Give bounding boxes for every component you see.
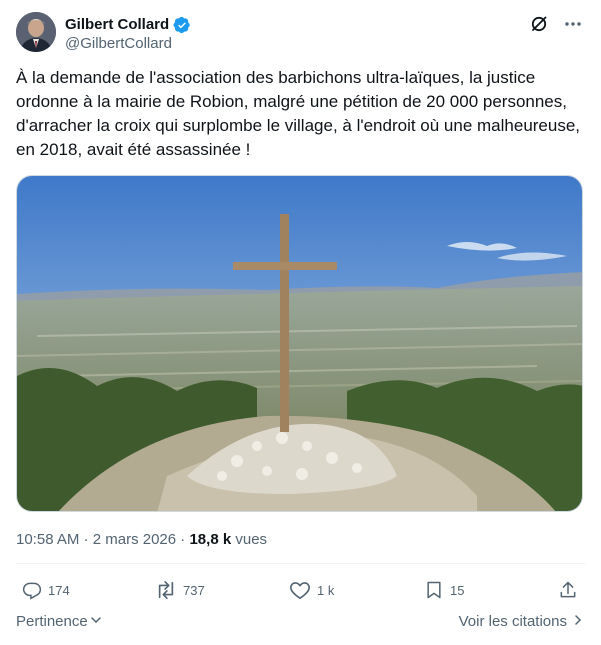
grok-icon[interactable] — [529, 14, 549, 34]
tweet-meta: 10:58 AM · 2 mars 2026 · 18,8 k vues — [16, 530, 267, 550]
tweet-header: Gilbert Collard @GilbertCollard — [16, 12, 585, 56]
like-count: 1 k — [317, 582, 335, 598]
sort-dropdown[interactable]: Pertinence — [16, 613, 102, 630]
reply-button[interactable]: 174 — [22, 580, 70, 600]
bookmark-count: 15 — [450, 582, 465, 598]
heart-icon — [289, 580, 311, 600]
chevron-down-icon — [90, 613, 102, 630]
share-icon — [558, 580, 578, 600]
reply-count: 174 — [48, 582, 70, 598]
views-count: 18,8 k — [189, 531, 232, 548]
repost-icon — [155, 580, 177, 600]
more-options-icon[interactable] — [563, 14, 583, 34]
view-quotes-link[interactable]: Voir les citations — [459, 613, 583, 630]
tweet-time[interactable]: 10:58 AM — [16, 531, 79, 548]
bookmark-button[interactable]: 15 — [424, 580, 464, 600]
divider — [16, 563, 585, 564]
replies-toolbar: Pertinence Voir les citations — [16, 612, 585, 634]
author-handle[interactable]: @GilbertCollard — [65, 35, 172, 53]
chevron-right-icon — [573, 613, 583, 630]
bookmark-icon — [424, 580, 444, 600]
reply-icon — [22, 580, 42, 600]
repost-count: 737 — [183, 582, 205, 598]
verified-badge-icon[interactable] — [173, 16, 191, 34]
tweet-actions: 174 737 1 k 15 — [16, 578, 585, 606]
tweet-date[interactable]: 2 mars 2026 — [93, 531, 176, 548]
repost-button[interactable]: 737 — [155, 580, 205, 600]
meta-separator: · — [79, 531, 93, 548]
tweet-text: À la demande de l'association des barbic… — [16, 68, 581, 159]
author-display-name[interactable]: Gilbert Collard — [65, 16, 169, 34]
sort-label: Pertinence — [16, 613, 88, 630]
author-avatar[interactable] — [16, 12, 56, 52]
meta-separator: · — [176, 531, 190, 548]
views-label: vues — [231, 531, 268, 548]
share-button[interactable] — [558, 580, 578, 600]
quotes-label: Voir les citations — [458, 613, 567, 630]
like-button[interactable]: 1 k — [289, 580, 334, 600]
tweet-image[interactable] — [16, 175, 583, 512]
